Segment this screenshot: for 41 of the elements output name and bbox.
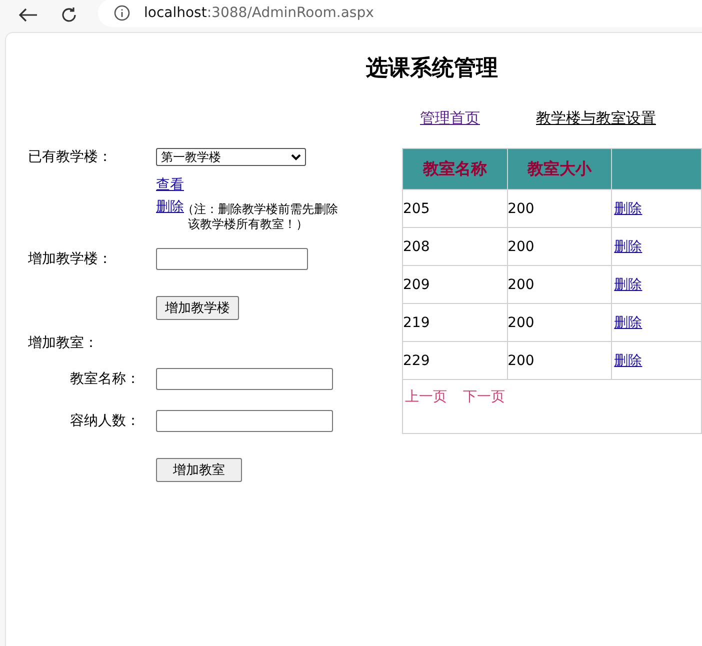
page-title: 选课系统管理 [365, 54, 499, 83]
pager-link[interactable]: 上一页 [405, 389, 447, 405]
column-header: 教室名称 [402, 148, 508, 190]
table-cell: 208 [402, 228, 508, 266]
table-cell: 200 [507, 342, 612, 380]
column-header: 教室大小 [507, 148, 612, 190]
view-link[interactable]: 查看 [156, 176, 184, 194]
pager-link[interactable]: 下一页 [463, 389, 505, 405]
add-room-button[interactable]: 增加教室 [156, 458, 242, 482]
building-dropdown[interactable]: 第一教学楼 [156, 148, 306, 166]
table-cell: 209 [402, 266, 508, 304]
table-cell: 219 [402, 304, 508, 342]
add-building-button[interactable]: 增加教学楼 [156, 296, 239, 320]
field-label: 增加教学楼： [28, 250, 113, 268]
table-cell: 229 [402, 342, 508, 380]
reload-icon[interactable] [60, 6, 78, 24]
field-label: 容纳人数： [69, 412, 140, 430]
info-icon[interactable] [114, 5, 130, 21]
table-cell: 200 [507, 190, 612, 228]
nav-link[interactable]: 管理首页 [420, 109, 480, 128]
address-bar[interactable]: localhost:3088/AdminRoom.aspx [98, 0, 702, 27]
input-field[interactable] [156, 248, 308, 270]
table-cell: 200 [507, 266, 612, 304]
delete-link[interactable]: 删除 [614, 352, 642, 368]
field-label: 已有教学楼： [28, 148, 113, 166]
delete-link[interactable]: 删除 [614, 238, 642, 254]
delete-link[interactable]: 删除 [614, 200, 642, 216]
input-field[interactable] [156, 368, 333, 390]
delete-link[interactable]: 删除 [614, 314, 642, 330]
chevron-icon [291, 154, 301, 160]
input-field[interactable] [156, 410, 333, 432]
table-cell: 200 [507, 304, 612, 342]
table-cell: 205 [402, 190, 508, 228]
note-text: （注：删除教学楼前需先删除该教学楼所有教室！） [188, 202, 339, 232]
table-cell: 200 [507, 228, 612, 266]
section-label: 增加教室： [28, 334, 99, 352]
delete-link[interactable]: 删除 [156, 198, 184, 216]
back-icon[interactable] [18, 7, 38, 23]
delete-link[interactable]: 删除 [614, 276, 642, 292]
field-label: 教室名称： [69, 370, 140, 388]
nav-link[interactable]: 教学楼与教室设置 [536, 109, 656, 128]
